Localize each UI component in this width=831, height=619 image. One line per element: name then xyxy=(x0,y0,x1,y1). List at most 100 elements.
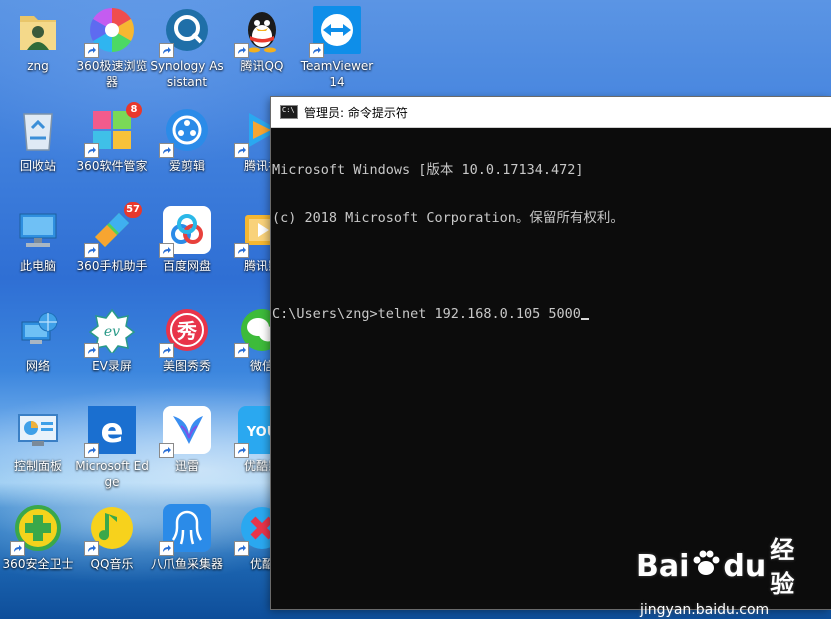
desktop-icon-label: TeamViewer 14 xyxy=(300,59,374,89)
qq-penguin-icon xyxy=(234,6,286,58)
desktop-icon-label: 360极速浏览器 xyxy=(76,59,148,89)
baidu-jingyan-watermark: Bai du 经验 jingyan.baidu.com xyxy=(636,533,796,618)
desktop-icon-label: 此电脑 xyxy=(19,259,56,273)
desktop-icon-teamviewer[interactable]: TeamViewer 14 xyxy=(299,0,375,96)
desktop-icon-edge[interactable]: e Microsoft Edge xyxy=(74,400,150,496)
shortcut-arrow-icon xyxy=(84,143,99,158)
desktop-icon-recycle-bin[interactable]: 回收站 xyxy=(0,100,76,196)
desktop-icon-aijianji[interactable]: 爱剪辑 xyxy=(149,100,225,196)
desktop-icon-label: Microsoft Edge xyxy=(75,459,149,489)
360-speed-browser-icon xyxy=(84,6,136,58)
shortcut-arrow-icon xyxy=(234,243,249,258)
shortcut-arrow-icon xyxy=(159,143,174,158)
console-output[interactable]: Microsoft Windows [版本 10.0.17134.472] (c… xyxy=(271,128,831,354)
teamviewer-icon xyxy=(309,6,361,58)
control-panel-icon xyxy=(14,406,62,454)
octopus-collector-icon xyxy=(159,504,211,556)
window-titlebar[interactable]: C:\ 管理员: 命令提示符 xyxy=(271,97,831,128)
watermark-logo-left: Bai xyxy=(636,549,690,584)
360-security-icon xyxy=(10,504,62,556)
svg-text:秀: 秀 xyxy=(176,319,197,343)
shortcut-arrow-icon xyxy=(309,43,324,58)
desktop-icon-360-security[interactable]: 360安全卫士 xyxy=(0,498,76,594)
desktop-icon-label: zng xyxy=(27,59,49,73)
desktop-icon-qq[interactable]: 腾讯QQ xyxy=(224,0,300,96)
shortcut-arrow-icon xyxy=(84,343,99,358)
desktop-icon-label: 美图秀秀 xyxy=(162,359,211,373)
desktop-icon-label: Synology Assistant xyxy=(150,59,224,89)
desktop-icon-label: QQ音乐 xyxy=(90,557,134,571)
desktop-icon-360-mobile[interactable]: 57 360手机助手 xyxy=(74,200,150,296)
desktop-icon-network[interactable]: 网络 xyxy=(0,300,76,396)
360-software-manager-icon: 8 xyxy=(84,102,142,158)
shortcut-arrow-icon xyxy=(159,43,174,58)
svg-text:ev: ev xyxy=(104,324,120,340)
shortcut-arrow-icon xyxy=(234,343,249,358)
svg-text:e: e xyxy=(100,411,123,450)
desktop-icon-ev-recorder[interactable]: ev EV录屏 xyxy=(74,300,150,396)
desktop-icon-label: EV录屏 xyxy=(92,359,132,373)
desktop-icon-label: 百度网盘 xyxy=(162,259,211,273)
console-line: Microsoft Windows [版本 10.0.17134.472] xyxy=(272,162,584,178)
shortcut-arrow-icon xyxy=(234,43,249,58)
desktop-icon-label: 八爪鱼采集器 xyxy=(150,557,223,571)
watermark-logo-cn: 经验 xyxy=(770,536,795,598)
this-pc-icon xyxy=(14,206,62,254)
shortcut-arrow-icon xyxy=(84,443,99,458)
shortcut-arrow-icon xyxy=(84,541,99,556)
desktop-icon-label: 爱剪辑 xyxy=(168,159,205,173)
desktop-icon-this-pc[interactable]: 此电脑 xyxy=(0,200,76,296)
xunlei-icon xyxy=(159,406,211,458)
shortcut-arrow-icon xyxy=(159,541,174,556)
shortcut-arrow-icon xyxy=(159,343,174,358)
network-icon xyxy=(14,306,62,354)
shortcut-arrow-icon xyxy=(159,443,174,458)
360-mobile-assistant-icon: 57 xyxy=(84,202,142,258)
desktop-icon-label: 网络 xyxy=(25,359,50,373)
desktop-icon-label: 360手机助手 xyxy=(76,259,148,273)
desktop-icon-qq-music[interactable]: QQ音乐 xyxy=(74,498,150,594)
baidu-paw-icon xyxy=(691,548,721,586)
synology-assistant-icon xyxy=(159,6,211,58)
aijianji-icon xyxy=(159,106,211,158)
meitu-xiuxiu-icon: 秀 xyxy=(159,306,211,358)
desktop-icon-zng[interactable]: zng xyxy=(0,0,76,96)
shortcut-arrow-icon xyxy=(234,443,249,458)
watermark-logo-right: du xyxy=(723,549,767,584)
shortcut-arrow-icon xyxy=(159,243,174,258)
shortcut-arrow-icon xyxy=(10,541,25,556)
desktop-icon-xunlei[interactable]: 迅雷 xyxy=(149,400,225,496)
shortcut-arrow-icon xyxy=(84,43,99,58)
edge-icon: e xyxy=(84,406,136,458)
notification-badge: 57 xyxy=(124,202,142,218)
user-folder-icon xyxy=(14,6,62,54)
desktop-icon-label: 控制面板 xyxy=(13,459,62,473)
desktop-icon-synology[interactable]: Synology Assistant xyxy=(149,0,225,96)
ev-recorder-icon: ev xyxy=(84,306,136,358)
shortcut-arrow-icon xyxy=(234,541,249,556)
desktop-icon-label: 360软件管家 xyxy=(76,159,148,173)
desktop-icon-label: 迅雷 xyxy=(174,459,199,473)
desktop-icon-octopus[interactable]: 八爪鱼采集器 xyxy=(149,498,225,594)
desktop-icon-label: 腾讯QQ xyxy=(240,59,284,73)
text-cursor xyxy=(580,318,589,320)
window-title: 管理员: 命令提示符 xyxy=(304,105,408,120)
desktop-icon-label: 回收站 xyxy=(19,159,56,173)
desktop-icon-360-software-manager[interactable]: 8 360软件管家 xyxy=(74,100,150,196)
cmd-app-icon: C:\ xyxy=(280,105,298,119)
desktop-icon-control-panel[interactable]: 控制面板 xyxy=(0,400,76,496)
desktop-icon-label: 360安全卫士 xyxy=(2,557,74,571)
desktop-icon-meitu[interactable]: 秀 美图秀秀 xyxy=(149,300,225,396)
console-command: C:\Users\zng>telnet 192.168.0.105 5000 xyxy=(272,306,581,322)
baidu-netdisk-icon xyxy=(159,206,211,258)
qq-music-icon xyxy=(84,504,136,556)
recycle-bin-icon xyxy=(14,106,62,154)
desktop-icon-baidu-netdisk[interactable]: 百度网盘 xyxy=(149,200,225,296)
shortcut-arrow-icon xyxy=(84,243,99,258)
console-line: (c) 2018 Microsoft Corporation。保留所有权利。 xyxy=(272,210,624,226)
watermark-logo: Bai du 经验 xyxy=(636,533,796,601)
console-input-line[interactable]: C:\Users\zng>telnet 192.168.0.105 5000 xyxy=(272,306,831,322)
desktop-icon-360-browser[interactable]: 360极速浏览器 xyxy=(74,0,150,96)
notification-badge: 8 xyxy=(126,102,142,118)
